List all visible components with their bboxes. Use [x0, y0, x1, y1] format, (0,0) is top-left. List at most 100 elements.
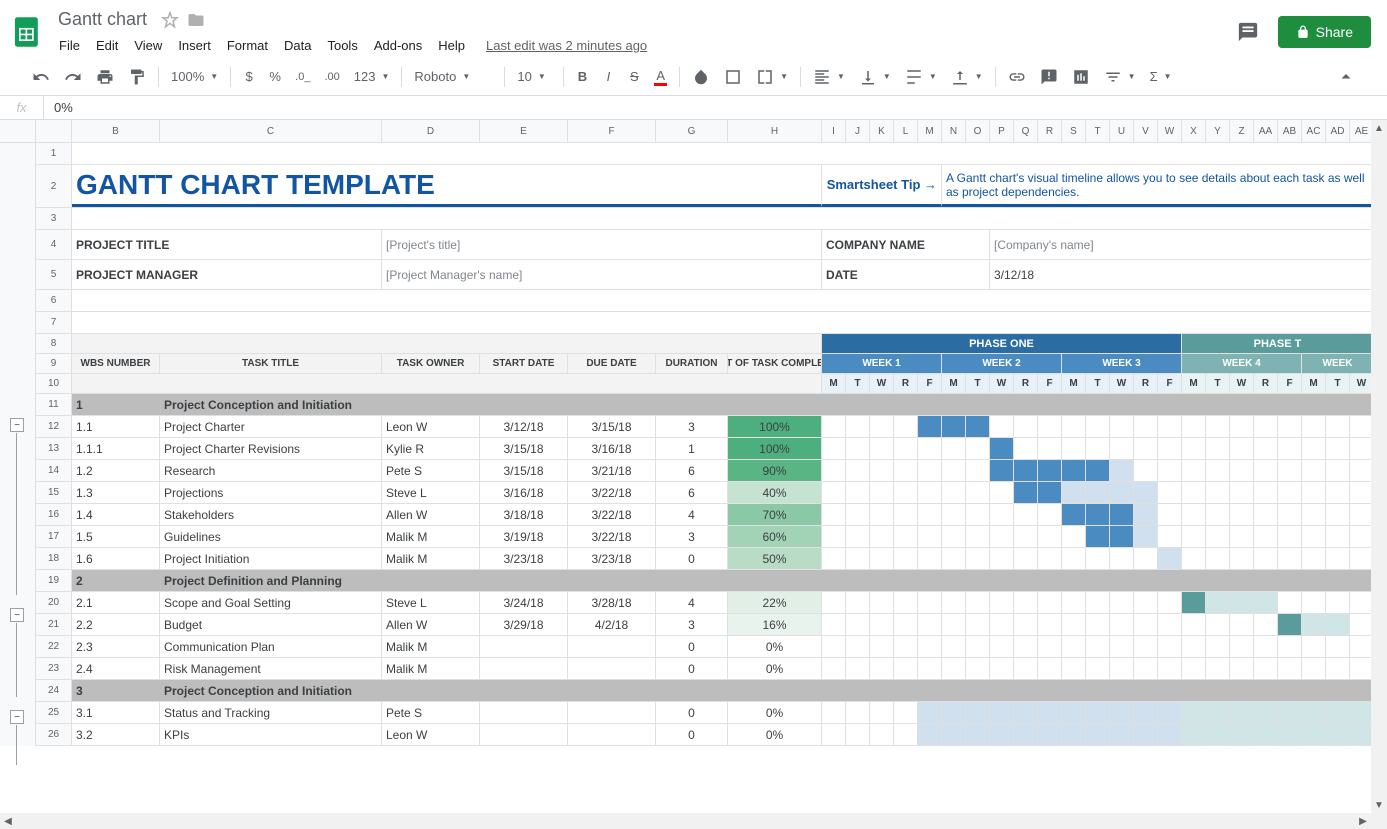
gantt-cell[interactable]	[1038, 438, 1062, 459]
gantt-cell[interactable]	[1014, 636, 1038, 657]
gantt-cell[interactable]	[870, 658, 894, 679]
gantt-cell[interactable]	[1230, 526, 1254, 547]
start-cell[interactable]: 3/29/18	[480, 614, 568, 635]
insert-comment-button[interactable]	[1034, 64, 1064, 90]
gantt-cell[interactable]	[1038, 526, 1062, 547]
gantt-cell[interactable]	[1086, 438, 1110, 459]
gantt-cell[interactable]	[1014, 482, 1038, 503]
start-cell[interactable]: 3/23/18	[480, 548, 568, 569]
gantt-cell[interactable]	[846, 658, 870, 679]
gantt-cell[interactable]	[1086, 482, 1110, 503]
gantt-cell[interactable]	[1278, 724, 1302, 745]
gantt-cell[interactable]	[1254, 724, 1278, 745]
gantt-cell[interactable]	[1062, 482, 1086, 503]
gantt-cell[interactable]	[1038, 460, 1062, 481]
task-title-cell[interactable]: Guidelines	[160, 526, 382, 547]
gantt-cell[interactable]	[846, 702, 870, 723]
gantt-cell[interactable]	[942, 658, 966, 679]
menu-file[interactable]: File	[52, 34, 87, 57]
gantt-cell[interactable]	[942, 526, 966, 547]
col-header-T[interactable]: T	[1086, 120, 1110, 142]
gantt-cell[interactable]	[990, 614, 1014, 635]
row-header-15[interactable]: 15	[36, 482, 72, 504]
day-header[interactable]: T	[1086, 374, 1110, 393]
gantt-cell[interactable]	[846, 460, 870, 481]
merge-cells-button[interactable]: ▼	[750, 64, 794, 90]
gantt-cell[interactable]	[870, 460, 894, 481]
gantt-cell[interactable]	[942, 482, 966, 503]
gantt-cell[interactable]	[1230, 482, 1254, 503]
pct-header[interactable]: PCT OF TASK COMPLETE	[728, 354, 822, 373]
gantt-cell[interactable]	[894, 658, 918, 679]
gantt-cell[interactable]	[1254, 592, 1278, 613]
insert-link-button[interactable]	[1002, 64, 1032, 90]
gantt-cell[interactable]	[1134, 592, 1158, 613]
day-header[interactable]: T	[966, 374, 990, 393]
col-header-H[interactable]: H	[728, 120, 822, 142]
owner-cell[interactable]: Leon W	[382, 416, 480, 437]
gantt-cell[interactable]	[1302, 482, 1326, 503]
gantt-cell[interactable]	[1230, 702, 1254, 723]
dur-cell[interactable]: 0	[656, 724, 728, 745]
outline-collapse-1[interactable]: −	[10, 418, 24, 432]
wbs-cell[interactable]: 2.3	[72, 636, 160, 657]
gantt-cell[interactable]	[1278, 702, 1302, 723]
gantt-cell[interactable]	[1014, 592, 1038, 613]
gantt-cell[interactable]	[1062, 504, 1086, 525]
week-header[interactable]: WEEK 1	[822, 354, 942, 373]
start-cell[interactable]: 3/18/18	[480, 504, 568, 525]
owner-header[interactable]: TASK OWNER	[382, 354, 480, 373]
pct-cell[interactable]: 0%	[728, 658, 822, 679]
gantt-cell[interactable]	[1014, 658, 1038, 679]
menu-view[interactable]: View	[127, 34, 169, 57]
gantt-cell[interactable]	[1278, 658, 1302, 679]
gantt-cell[interactable]	[990, 460, 1014, 481]
gantt-cell[interactable]	[1062, 592, 1086, 613]
gantt-cell[interactable]	[1014, 548, 1038, 569]
gantt-cell[interactable]	[1062, 460, 1086, 481]
gantt-cell[interactable]	[942, 438, 966, 459]
task-title-cell[interactable]: Budget	[160, 614, 382, 635]
gantt-cell[interactable]	[1206, 702, 1230, 723]
cell[interactable]	[72, 334, 822, 353]
share-button[interactable]: Share	[1278, 16, 1371, 48]
gantt-cell[interactable]	[1110, 592, 1134, 613]
gantt-cell[interactable]	[1086, 658, 1110, 679]
gantt-cell[interactable]	[1182, 636, 1206, 657]
day-header[interactable]: M	[1062, 374, 1086, 393]
gantt-cell[interactable]	[822, 438, 846, 459]
formula-input[interactable]: 0%	[44, 100, 73, 115]
owner-cell[interactable]: Allen W	[382, 614, 480, 635]
gantt-cell[interactable]	[1326, 416, 1350, 437]
redo-button[interactable]	[58, 64, 88, 90]
gantt-cell[interactable]	[1254, 460, 1278, 481]
gantt-cell[interactable]	[1230, 460, 1254, 481]
task-title-cell[interactable]: Project Initiation	[160, 548, 382, 569]
gantt-cell[interactable]	[870, 592, 894, 613]
gantt-cell[interactable]	[870, 724, 894, 745]
gantt-cell[interactable]	[822, 460, 846, 481]
gantt-cell[interactable]	[1038, 636, 1062, 657]
company-label[interactable]: COMPANY NAME	[822, 230, 990, 259]
row-header-11[interactable]: 11	[36, 394, 72, 416]
day-header[interactable]: F	[1038, 374, 1062, 393]
task-title-cell[interactable]: Project Charter Revisions	[160, 438, 382, 459]
due-cell[interactable]: 4/2/18	[568, 614, 656, 635]
decrease-decimal-button[interactable]: .0_	[289, 64, 316, 90]
gantt-cell[interactable]	[966, 592, 990, 613]
gantt-cell[interactable]	[966, 460, 990, 481]
gantt-cell[interactable]	[918, 548, 942, 569]
gantt-cell[interactable]	[1206, 636, 1230, 657]
dur-cell[interactable]: 0	[656, 658, 728, 679]
gantt-cell[interactable]	[1038, 592, 1062, 613]
col-header-R[interactable]: R	[1038, 120, 1062, 142]
start-cell[interactable]	[480, 658, 568, 679]
gantt-cell[interactable]	[1158, 724, 1182, 745]
col-header-AD[interactable]: AD	[1326, 120, 1350, 142]
gantt-cell[interactable]	[990, 592, 1014, 613]
gantt-cell[interactable]	[846, 416, 870, 437]
col-header-U[interactable]: U	[1110, 120, 1134, 142]
gantt-cell[interactable]	[1062, 438, 1086, 459]
gantt-cell[interactable]	[942, 592, 966, 613]
gantt-cell[interactable]	[942, 702, 966, 723]
